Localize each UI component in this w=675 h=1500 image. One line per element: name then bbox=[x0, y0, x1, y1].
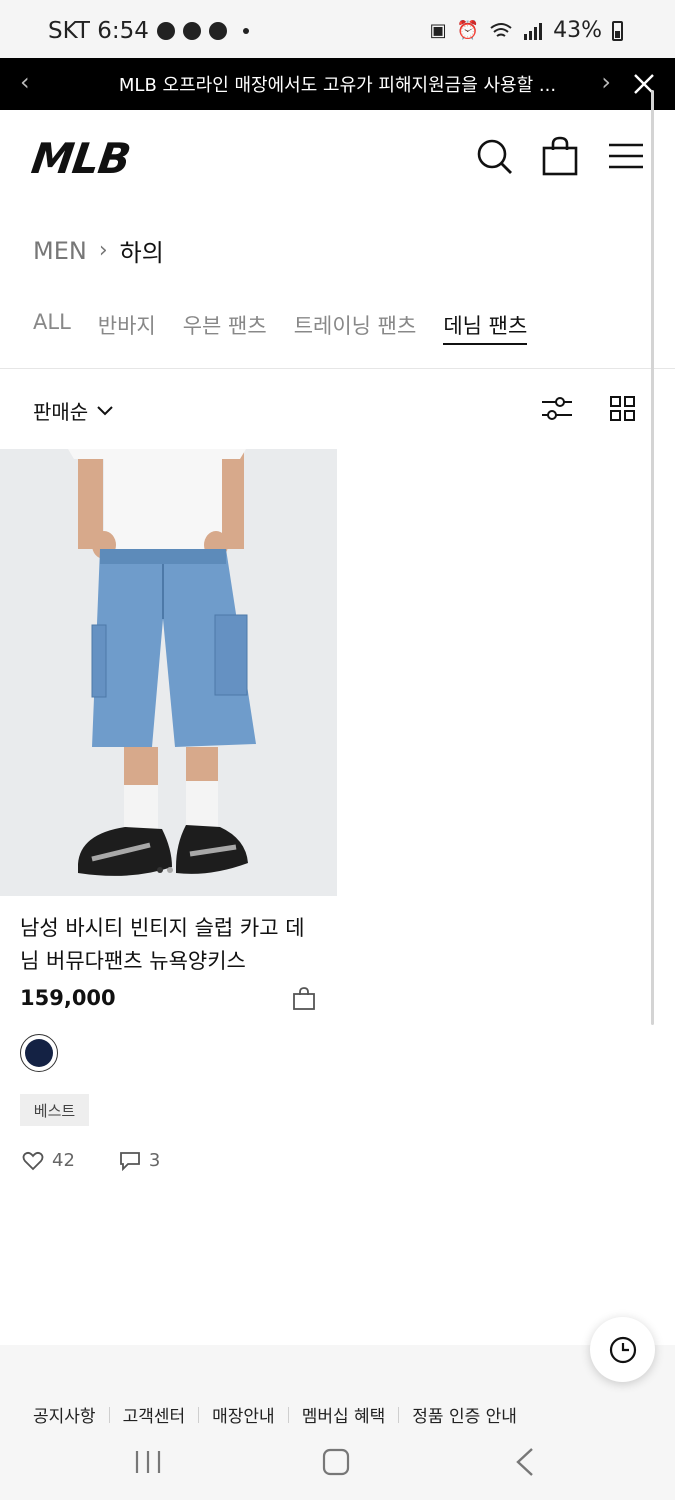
chevron-right-icon: › bbox=[98, 238, 108, 263]
search-icon[interactable] bbox=[474, 136, 514, 176]
footer-link-store-info[interactable]: 매장안내 bbox=[212, 1402, 275, 1427]
breadcrumb-current: 하의 bbox=[119, 239, 164, 267]
tab-woven-pants[interactable]: 우븐 팬츠 bbox=[183, 310, 267, 345]
divider bbox=[287, 1406, 289, 1423]
recent-apps-icon[interactable] bbox=[134, 1449, 162, 1475]
sort-dropdown[interactable]: 판매순 bbox=[33, 396, 114, 425]
clock-icon bbox=[609, 1336, 636, 1363]
divider bbox=[108, 1406, 110, 1423]
add-to-cart-bag-icon[interactable] bbox=[292, 987, 316, 1011]
product-price: 159,000 bbox=[20, 986, 116, 1010]
breadcrumb-parent[interactable]: MEN bbox=[33, 237, 87, 265]
baseball-icon bbox=[208, 22, 227, 40]
tab-training-pants[interactable]: 트레이닝 팬츠 bbox=[294, 310, 417, 345]
product-name[interactable]: 남성 바시티 빈티지 슬럽 카고 데님 버뮤다팬츠 뉴욕양키스 bbox=[20, 912, 320, 978]
shopping-bag-icon[interactable] bbox=[540, 136, 580, 176]
signal-icon bbox=[524, 22, 543, 40]
product-stats: 42 3 bbox=[22, 1150, 160, 1171]
like-count: 42 bbox=[52, 1150, 75, 1171]
battery-saver-icon: ▣ bbox=[429, 20, 447, 41]
color-swatch[interactable] bbox=[20, 1034, 58, 1072]
back-icon[interactable] bbox=[514, 1447, 536, 1477]
menu-icon[interactable] bbox=[606, 136, 646, 176]
moon-icon bbox=[182, 22, 201, 40]
divider bbox=[398, 1406, 400, 1423]
best-badge: 베스트 bbox=[20, 1094, 89, 1126]
notification-dot-icon bbox=[242, 28, 249, 34]
comment-icon[interactable] bbox=[119, 1151, 141, 1171]
breadcrumb: MEN › 하의 bbox=[33, 233, 164, 268]
recent-history-button[interactable] bbox=[590, 1317, 655, 1382]
promo-banner[interactable]: ‹ MLB 오프라인 매장에서도 고유가 피해지원금을 사용할 ... › bbox=[0, 58, 675, 110]
home-icon[interactable] bbox=[322, 1448, 350, 1476]
product-image[interactable] bbox=[0, 449, 337, 896]
footer-links: 공지사항 고객센터 매장안내 멤버십 혜택 정품 인증 안내 bbox=[33, 1402, 517, 1427]
chevron-down-icon bbox=[97, 405, 113, 415]
color-swatch-fill bbox=[25, 1039, 53, 1067]
tab-denim-pants[interactable]: 데님 팬츠 bbox=[443, 310, 528, 345]
footer-link-notice[interactable]: 공지사항 bbox=[33, 1402, 96, 1427]
alarm-icon: ⏰ bbox=[456, 20, 480, 41]
divider bbox=[198, 1406, 200, 1423]
carrier-time: SKT 6:54 bbox=[48, 18, 149, 44]
wifi-icon bbox=[490, 22, 512, 37]
battery-icon bbox=[612, 20, 623, 41]
review-count: 3 bbox=[148, 1150, 161, 1171]
footer-link-membership[interactable]: 멤버십 혜택 bbox=[302, 1402, 386, 1427]
battery-percent: 43% bbox=[553, 18, 602, 43]
footer-link-authenticity[interactable]: 정품 인증 안내 bbox=[412, 1402, 517, 1427]
status-right: ▣ ⏰ 43% bbox=[430, 18, 623, 43]
footer-link-customer-center[interactable]: 고객센터 bbox=[123, 1402, 186, 1427]
heart-icon[interactable] bbox=[22, 1151, 44, 1171]
mlb-logo[interactable]: MLB bbox=[29, 134, 133, 183]
scrollbar[interactable] bbox=[651, 90, 654, 1025]
tab-shorts[interactable]: 반바지 bbox=[98, 310, 156, 345]
category-tabs: ALL 반바지 우븐 팬츠 트레이닝 팬츠 데님 팬츠 bbox=[33, 310, 528, 345]
tab-all[interactable]: ALL bbox=[33, 310, 71, 345]
chevron-left-icon[interactable]: ‹ bbox=[20, 68, 30, 96]
chevron-right-icon[interactable]: › bbox=[601, 68, 611, 96]
status-bar: SKT 6:54 ▣ ⏰ 43% bbox=[0, 0, 675, 58]
status-left: SKT 6:54 bbox=[48, 18, 249, 44]
grid-view-icon[interactable] bbox=[610, 396, 636, 422]
sort-label: 판매순 bbox=[33, 400, 89, 424]
banner-text[interactable]: MLB 오프라인 매장에서도 고유가 피해지원금을 사용할 ... bbox=[60, 71, 615, 97]
baseball-icon bbox=[156, 22, 175, 40]
filter-sliders-icon[interactable] bbox=[541, 396, 573, 422]
divider bbox=[0, 368, 675, 369]
